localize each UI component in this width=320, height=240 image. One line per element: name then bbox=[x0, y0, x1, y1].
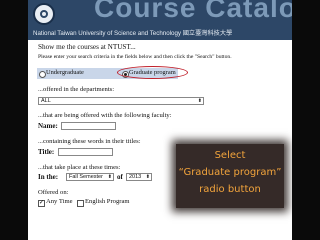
title-label: Title: bbox=[38, 148, 55, 156]
department-value: ALL bbox=[41, 98, 51, 104]
search-heading: Show me the courses at NTUST... bbox=[38, 43, 136, 51]
callout-line-2: “Graduate program” bbox=[178, 167, 282, 178]
callout-line-3: radio button bbox=[199, 184, 261, 195]
select-arrows-icon: ⬍ bbox=[197, 98, 202, 104]
name-label: Name: bbox=[38, 122, 58, 130]
undergraduate-label: Undergraduate bbox=[46, 69, 84, 76]
times-label: ...that take place at these times: bbox=[38, 164, 121, 171]
any-time-checkbox[interactable] bbox=[38, 199, 45, 207]
undergraduate-radio[interactable] bbox=[39, 71, 46, 78]
year-value: 2013 bbox=[129, 174, 142, 180]
course-title-input[interactable] bbox=[58, 148, 113, 156]
any-time-label: Any Time bbox=[46, 198, 73, 205]
university-logo-icon bbox=[33, 3, 55, 25]
select-arrows-icon: ⬍ bbox=[145, 174, 150, 180]
english-program-checkbox[interactable] bbox=[77, 200, 84, 207]
instruction-callout: Select “Graduate program” radio button bbox=[176, 144, 284, 208]
departments-label: ...offered in the departments: bbox=[38, 86, 115, 93]
offered-on-label: Offered on: bbox=[38, 189, 69, 196]
search-instructions: Please enter your search criteria in the… bbox=[38, 54, 232, 60]
english-program-label: English Program bbox=[85, 198, 130, 205]
department-select[interactable]: ALL ⬍ bbox=[38, 97, 204, 105]
catalog-banner: Course Catalog National Taiwan Universit… bbox=[28, 0, 292, 40]
in-the-label: In the: bbox=[38, 173, 59, 181]
semester-select[interactable]: Fall Semester ⬍ bbox=[66, 173, 114, 181]
faculty-label: ...that are being offered with the follo… bbox=[38, 112, 172, 119]
of-label: of bbox=[117, 173, 123, 181]
annotation-highlight-oval bbox=[117, 66, 188, 79]
year-select[interactable]: 2013 ⬍ bbox=[126, 173, 152, 181]
select-arrows-icon: ⬍ bbox=[107, 174, 112, 180]
banner-title: Course Catalog bbox=[94, 0, 292, 23]
banner-subtitle: National Taiwan University of Science an… bbox=[33, 30, 233, 37]
course-catalog-screenshot: Course Catalog National Taiwan Universit… bbox=[28, 0, 292, 240]
callout-line-1: Select bbox=[214, 150, 246, 161]
title-words-label: ...containing these words in their title… bbox=[38, 138, 141, 145]
faculty-name-input[interactable] bbox=[61, 122, 116, 130]
semester-value: Fall Semester bbox=[69, 174, 103, 180]
